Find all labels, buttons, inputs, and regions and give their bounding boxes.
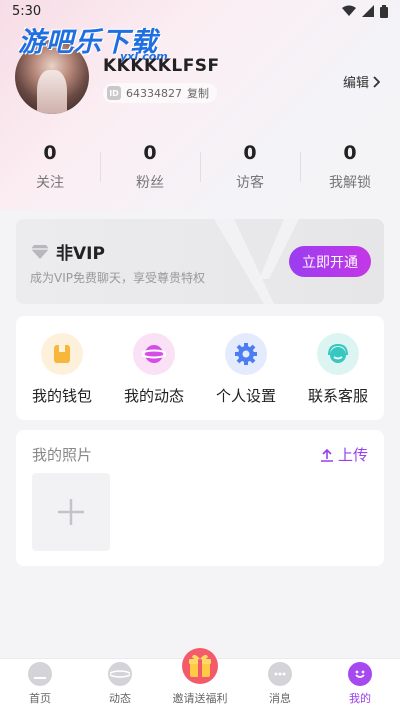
stat-following[interactable]: 0 关注: [0, 140, 100, 200]
stat-value: 0: [243, 142, 257, 164]
tab-mine[interactable]: 我的: [320, 659, 400, 712]
edit-profile-button[interactable]: 编辑: [343, 72, 380, 91]
open-vip-button[interactable]: 立即开通: [289, 246, 371, 277]
upload-label: 上传: [337, 446, 368, 464]
stat-value: 0: [143, 142, 157, 164]
copy-id-button[interactable]: 复制: [187, 85, 209, 101]
plus-icon: [58, 499, 84, 525]
upload-icon: [320, 448, 333, 462]
user-id-pill: ID 64334827 复制: [103, 83, 217, 103]
headset-icon: [317, 333, 359, 375]
avatar-figure: [37, 70, 67, 114]
menu-label: 联系客服: [307, 387, 368, 405]
stat-label: 粉丝: [136, 175, 164, 191]
vip-status: 非VIP: [56, 244, 105, 264]
gift-icon: [182, 648, 218, 684]
status-icons: [342, 4, 388, 18]
chevron-right-icon: [373, 75, 380, 88]
photo-section-title: 我的照片: [32, 446, 93, 464]
stat-value: 0: [343, 142, 357, 164]
bottom-tab-bar: 首页 动态 邀请送福利 消息 我的: [0, 648, 400, 712]
planet-icon: [108, 662, 132, 686]
tab-label: 动态: [109, 692, 131, 705]
menu-moments[interactable]: 我的动态: [108, 316, 200, 420]
vip-title-row: 非VIP: [30, 239, 105, 264]
stat-visitors[interactable]: 0 访客: [200, 140, 300, 200]
status-bar: 5:30: [0, 0, 400, 22]
tab-label: 消息: [269, 692, 291, 705]
edit-label: 编辑: [342, 76, 369, 91]
tab-home[interactable]: 首页: [0, 659, 80, 712]
smile-icon: [348, 662, 372, 686]
menu-settings[interactable]: 个人设置: [200, 316, 292, 420]
planet-icon: [133, 333, 175, 375]
photo-card: 我的照片 上传: [16, 430, 384, 566]
stat-label: 我解锁: [329, 175, 371, 191]
stat-value: 0: [43, 142, 57, 164]
menu-label: 我的动态: [123, 387, 184, 405]
chat-icon: [268, 662, 292, 686]
menu-label: 个人设置: [215, 387, 276, 405]
tab-label: 首页: [29, 692, 51, 705]
tab-label: 我的: [349, 692, 371, 705]
stat-label: 关注: [36, 175, 64, 191]
menu-support[interactable]: 联系客服: [292, 316, 384, 420]
vip-card: 非VIP 成为VIP免费聊天，享受尊贵特权 立即开通: [16, 219, 384, 304]
tab-label: 邀请送福利: [172, 692, 228, 705]
wallet-icon: [41, 333, 83, 375]
vip-subtitle: 成为VIP免费聊天，享受尊贵特权: [30, 271, 205, 285]
menu-card: 我的钱包 我的动态 个人设置 联系客服: [16, 316, 384, 420]
stat-followers[interactable]: 0 粉丝: [100, 140, 200, 200]
wifi-icon: [342, 5, 356, 16]
menu-label: 我的钱包: [31, 387, 92, 405]
stat-unlocked[interactable]: 0 我解锁: [300, 140, 400, 200]
menu-wallet[interactable]: 我的钱包: [16, 316, 108, 420]
status-time: 5:30: [12, 3, 42, 19]
id-badge-icon: ID: [107, 86, 121, 100]
upload-photo-button[interactable]: 上传: [320, 444, 368, 465]
diamond-icon: [31, 244, 49, 259]
battery-icon: [380, 4, 388, 18]
tab-moments[interactable]: 动态: [80, 659, 160, 712]
home-icon: [28, 662, 52, 686]
username: KKKKKLFSF: [103, 56, 220, 76]
stats-row: 0 关注 0 粉丝 0 访客 0 我解锁: [0, 140, 400, 200]
tab-invite[interactable]: 邀请送福利: [160, 648, 240, 712]
tab-messages[interactable]: 消息: [240, 659, 320, 712]
signal-icon: [362, 5, 374, 17]
user-id-value: 64334827: [126, 86, 182, 100]
gear-icon: [225, 333, 267, 375]
stat-label: 访客: [236, 175, 264, 191]
add-photo-tile[interactable]: [32, 473, 110, 551]
